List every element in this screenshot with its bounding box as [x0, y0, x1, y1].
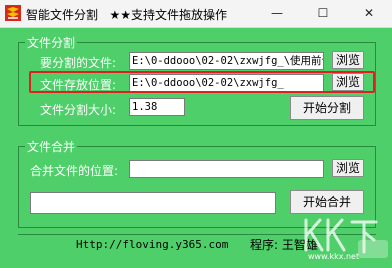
merge-location-label: 合并文件的位置:: [30, 164, 119, 178]
app-logo-icon: [5, 5, 21, 21]
split-size-label: 文件分割大小:: [40, 103, 117, 117]
merge-location-input[interactable]: [129, 160, 324, 178]
merge-group-title: 文件合并: [25, 138, 78, 155]
start-split-button[interactable]: 开始分割: [290, 96, 364, 120]
minimize-button[interactable]: —: [254, 0, 300, 27]
watermark-url: www.kkx.net: [308, 252, 360, 261]
split-file-label: 要分割的文件:: [40, 56, 117, 70]
title-bar: 智能文件分割 ★★支持文件拖放操作 — ☐ ✕: [0, 0, 392, 28]
split-group-title: 文件分割: [25, 34, 78, 51]
highlight-box: [29, 71, 375, 93]
split-size-input[interactable]: 1.38: [129, 98, 185, 116]
window-title: 智能文件分割 ★★支持文件拖放操作: [26, 8, 227, 22]
split-file-input[interactable]: E:\0-ddooo\02-02\zxwjfg_\使用前讲: [129, 52, 324, 70]
browse-split-file-button[interactable]: 浏览: [332, 51, 364, 69]
merge-path-input[interactable]: [30, 192, 276, 214]
status-url: Http://floving.y365.com: [76, 238, 229, 251]
browse-merge-button[interactable]: 浏览: [332, 159, 364, 177]
close-button[interactable]: ✕: [346, 0, 392, 27]
maximize-button[interactable]: ☐: [300, 0, 346, 27]
